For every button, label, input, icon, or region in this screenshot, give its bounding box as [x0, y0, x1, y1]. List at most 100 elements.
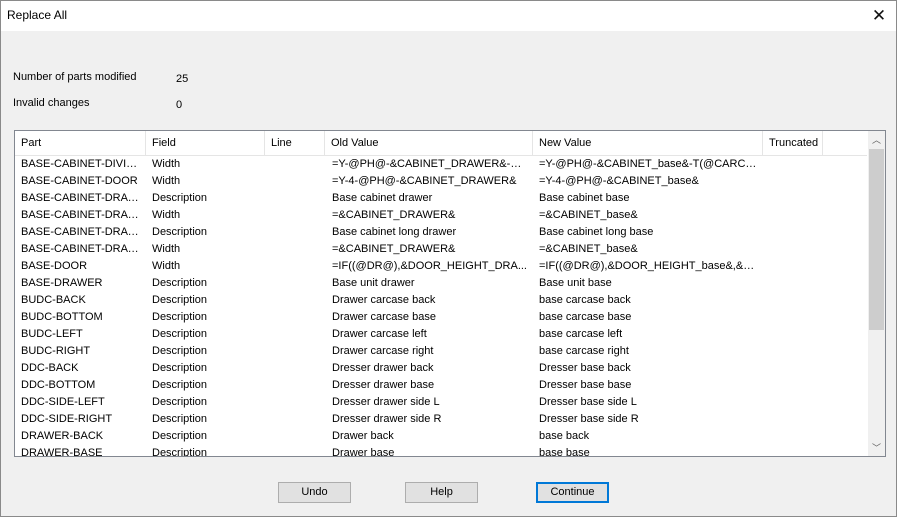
cell-truncated [769, 190, 819, 207]
scroll-up-button[interactable]: ︿ [868, 131, 885, 148]
cell-part: BASE-CABINET-DRAWER [21, 192, 145, 204]
help-button[interactable]: Help [405, 482, 478, 503]
cell-part: BASE-CABINET-DIVIDER [21, 158, 145, 170]
table-row[interactable]: BASE-DRAWER Description Base unit drawer Ba… [15, 275, 867, 292]
cell-new: base carcase base [539, 311, 632, 323]
parts-modified-value: 25 [176, 73, 189, 85]
table-row[interactable]: BASE-CABINET-DRAWER Description Base cabin… [15, 190, 867, 207]
cell-part: BUDC-BOTTOM [21, 311, 103, 323]
cell-old: Drawer carcase back [332, 294, 436, 306]
cell-line [271, 360, 321, 377]
cell-part: DRAWER-BACK [21, 430, 104, 442]
table-row[interactable]: BASE-CABINET-DIVIDER Width =Y-@PH@-&CABINE… [15, 156, 867, 173]
table-row[interactable]: BASE-CABINET-DRAW... Description Base cabi… [15, 224, 867, 241]
cell-truncated [769, 394, 819, 411]
vertical-scrollbar[interactable]: ︿ ﹀ [868, 131, 885, 456]
undo-button[interactable]: Undo [278, 482, 351, 503]
changes-list[interactable]: Part Field Line Old Value New Value Trun… [14, 130, 886, 457]
scroll-down-button[interactable]: ﹀ [868, 439, 885, 456]
cell-part: DDC-BACK [21, 362, 79, 374]
cell-line [271, 275, 321, 292]
cell-part: DDC-SIDE-RIGHT [21, 413, 113, 425]
title-bar: Replace All ✕ [1, 1, 896, 31]
table-row[interactable]: BUDC-LEFT Description Drawer carcase left b… [15, 326, 867, 343]
table-row[interactable]: BUDC-BOTTOM Description Drawer carcase bas… [15, 309, 867, 326]
cell-part: BASE-CABINET-DRAW... [21, 226, 145, 238]
table-row[interactable]: BASE-CABINET-DOOR Width =Y-4-@PH@-&CABINET… [15, 173, 867, 190]
cell-new: base carcase right [539, 345, 629, 357]
cell-old: Dresser drawer side R [332, 413, 442, 425]
cell-new: =&CABINET_base& [539, 243, 638, 255]
cell-new: Dresser base back [539, 362, 631, 374]
column-header-old-value[interactable]: Old Value [325, 131, 533, 155]
cell-truncated [769, 275, 819, 292]
table-row[interactable]: DRAWER-BACK Description Drawer back base ba… [15, 428, 867, 445]
cell-field: Description [152, 345, 208, 357]
cell-old: =IF((@DR@),&DOOR_HEIGHT_DRA... [332, 260, 527, 272]
cell-truncated [769, 428, 819, 445]
cell-part: BUDC-BACK [21, 294, 86, 306]
cell-old: =Y-4-@PH@-&CABINET_DRAWER& [332, 175, 517, 187]
cell-line [271, 190, 321, 207]
cell-line [271, 292, 321, 309]
cell-new: base base [539, 447, 590, 457]
cell-truncated [769, 156, 819, 173]
cell-truncated [769, 309, 819, 326]
cell-new: Dresser base side R [539, 413, 639, 425]
close-button[interactable]: ✕ [862, 1, 896, 31]
table-row[interactable]: BUDC-RIGHT Description Drawer carcase righ… [15, 343, 867, 360]
table-row[interactable]: DDC-BOTTOM Description Dresser drawer base… [15, 377, 867, 394]
table-row[interactable]: DDC-SIDE-RIGHT Description Dresser drawer … [15, 411, 867, 428]
table-row[interactable]: BASE-DOOR Width =IF((@DR@),&DOOR_HEIGHT_DR… [15, 258, 867, 275]
cell-line [271, 343, 321, 360]
cell-part: BASE-CABINET-DRAWER [21, 209, 145, 221]
scroll-thumb[interactable] [869, 149, 884, 330]
cell-new: =Y-4-@PH@-&CABINET_base& [539, 175, 699, 187]
scroll-up-icon: ︿ [871, 135, 881, 145]
scroll-down-icon: ﹀ [871, 443, 881, 453]
cell-line [271, 394, 321, 411]
cell-old: Base cabinet drawer [332, 192, 433, 204]
column-header-field[interactable]: Field [146, 131, 265, 155]
cell-line [271, 309, 321, 326]
cell-field: Description [152, 277, 208, 289]
table-row[interactable]: DDC-BACK Description Dresser drawer back Dr… [15, 360, 867, 377]
cell-field: Width [152, 175, 181, 187]
column-header-line[interactable]: Line [265, 131, 325, 155]
cell-field: Description [152, 396, 208, 408]
column-header-part[interactable]: Part [15, 131, 146, 155]
parts-modified-label: Number of parts modified [13, 71, 137, 83]
table-row[interactable]: DRAWER-BASE Description Drawer base base ba… [15, 445, 867, 457]
cell-field: Description [152, 226, 208, 238]
cell-old: Drawer carcase base [332, 311, 436, 323]
cell-part: BUDC-RIGHT [21, 345, 91, 357]
table-row[interactable]: BASE-CABINET-DRAWER Width =&CABINET_DRAWER… [15, 207, 867, 224]
cell-line [271, 156, 321, 173]
cell-field: Description [152, 192, 208, 204]
cell-field: Description [152, 362, 208, 374]
cell-part: BASE-DOOR [21, 260, 88, 272]
cell-old: Base cabinet long drawer [332, 226, 457, 238]
cell-truncated [769, 411, 819, 428]
continue-button[interactable]: Continue [536, 482, 609, 503]
cell-truncated [769, 360, 819, 377]
cell-field: Description [152, 311, 208, 323]
cell-line [271, 258, 321, 275]
table-row[interactable]: BUDC-BACK Description Drawer carcase back b… [15, 292, 867, 309]
list-header: Part Field Line Old Value New Value Trun… [15, 131, 867, 156]
cell-field: Description [152, 294, 208, 306]
cell-field: Width [152, 243, 181, 255]
column-header-new-value[interactable]: New Value [533, 131, 763, 155]
cell-new: base back [539, 430, 590, 442]
cell-field: Description [152, 447, 208, 457]
cell-new: Base unit base [539, 277, 612, 289]
column-header-truncated[interactable]: Truncated [763, 131, 823, 155]
cell-old: =&CABINET_DRAWER& [332, 243, 456, 255]
cell-truncated [769, 258, 819, 275]
cell-old: Drawer base [332, 447, 395, 457]
table-row[interactable]: BASE-CABINET-DRAW... Width =&CABINET_DRAWE… [15, 241, 867, 258]
cell-line [271, 173, 321, 190]
cell-line [271, 224, 321, 241]
cell-new: =IF((@DR@),&DOOR_HEIGHT_base&,&D... [539, 260, 757, 272]
table-row[interactable]: DDC-SIDE-LEFT Description Dresser drawer s… [15, 394, 867, 411]
